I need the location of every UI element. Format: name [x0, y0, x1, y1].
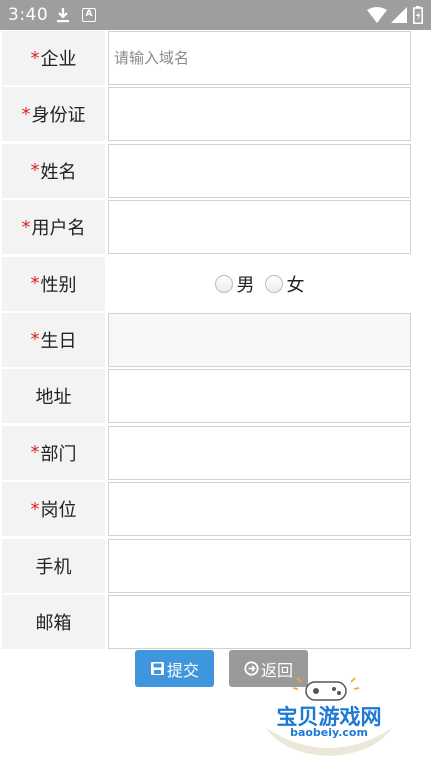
- email-input[interactable]: [108, 594, 411, 649]
- required-mark: *: [21, 216, 31, 238]
- birthday-label-text: 生日: [40, 330, 77, 352]
- required-mark: *: [21, 103, 31, 125]
- male-radio[interactable]: [214, 274, 233, 293]
- required-mark: *: [30, 273, 40, 295]
- department-input[interactable]: [108, 425, 411, 480]
- username-input[interactable]: [108, 200, 411, 255]
- name-label-text: 姓名: [40, 161, 77, 183]
- a-box-icon: A: [82, 8, 96, 22]
- status-time: 3:40: [8, 5, 49, 25]
- gender-option-male[interactable]: 男: [214, 271, 255, 297]
- department-label: * 部门: [2, 425, 105, 480]
- required-mark: *: [30, 329, 40, 351]
- department-label-text: 部门: [40, 443, 77, 465]
- id-card-label: * 身份证: [2, 87, 105, 142]
- address-input[interactable]: [108, 369, 411, 424]
- gender-option-female[interactable]: 女: [264, 271, 305, 297]
- birthday-label: * 生日: [2, 312, 105, 367]
- watermark-logo: 宝贝游戏网 baobeiy.com: [254, 676, 404, 758]
- female-radio[interactable]: [264, 274, 283, 293]
- phone-label: 手机: [2, 538, 105, 593]
- address-label-text: 地址: [35, 387, 72, 409]
- username-label-text: 用户名: [31, 218, 86, 240]
- gender-label-text: 性别: [40, 274, 77, 296]
- email-label: 邮箱: [2, 594, 105, 649]
- birthday-picker[interactable]: [108, 312, 411, 367]
- required-mark: *: [30, 498, 40, 520]
- submit-button[interactable]: 提交: [135, 650, 214, 687]
- form-row-username: * 用户名: [2, 200, 411, 256]
- form-row-address: 地址: [2, 369, 411, 425]
- id-card-label-text: 身份证: [31, 105, 86, 127]
- required-mark: *: [30, 47, 40, 69]
- female-radio-label: 女: [286, 274, 305, 296]
- form-row-birthday: * 生日: [2, 312, 411, 369]
- phone-label-text: 手机: [35, 556, 72, 578]
- position-label-text: 岗位: [40, 500, 77, 522]
- wifi-icon: [367, 7, 387, 23]
- registration-form: *企业 *身份证 *姓名 *用户名 *性别 男: [2, 31, 411, 651]
- form-row-company: * 企业: [2, 31, 411, 87]
- save-icon: [150, 662, 164, 675]
- company-label: * 企业: [2, 31, 105, 85]
- name-label: * 姓名: [2, 143, 105, 198]
- username-label: * 用户名: [2, 200, 105, 255]
- form-row-department: * 部门: [2, 425, 411, 482]
- download-icon: [57, 8, 69, 23]
- form-row-phone: 手机: [2, 538, 411, 595]
- email-label-text: 邮箱: [35, 612, 72, 634]
- company-label-text: 企业: [40, 49, 77, 70]
- gender-label: * 性别: [2, 256, 105, 311]
- back-circle-icon: [244, 661, 259, 676]
- required-mark: *: [30, 160, 40, 182]
- id-card-input[interactable]: [108, 87, 411, 142]
- male-radio-label: 男: [236, 274, 255, 296]
- required-mark: *: [30, 442, 40, 464]
- form-row-id-card: * 身份证: [2, 87, 411, 143]
- address-label: 地址: [2, 369, 105, 424]
- form-row-email: 邮箱: [2, 594, 411, 651]
- name-input[interactable]: [108, 143, 411, 198]
- phone-input[interactable]: [108, 538, 411, 593]
- form-row-position: * 岗位: [2, 482, 411, 538]
- position-input[interactable]: [108, 482, 411, 537]
- company-input[interactable]: [108, 31, 411, 85]
- position-label: * 岗位: [2, 482, 105, 537]
- form-row-gender: * 性别 男 女: [2, 256, 411, 313]
- signal-icon: [391, 7, 407, 23]
- form-row-name: * 姓名: [2, 143, 411, 200]
- watermark-url: baobeiy.com: [290, 726, 368, 739]
- gender-radio-group: 男 女: [108, 257, 411, 311]
- status-bar: 3:40 A: [0, 0, 431, 30]
- battery-icon: [413, 6, 423, 24]
- submit-label: 提交: [166, 660, 199, 680]
